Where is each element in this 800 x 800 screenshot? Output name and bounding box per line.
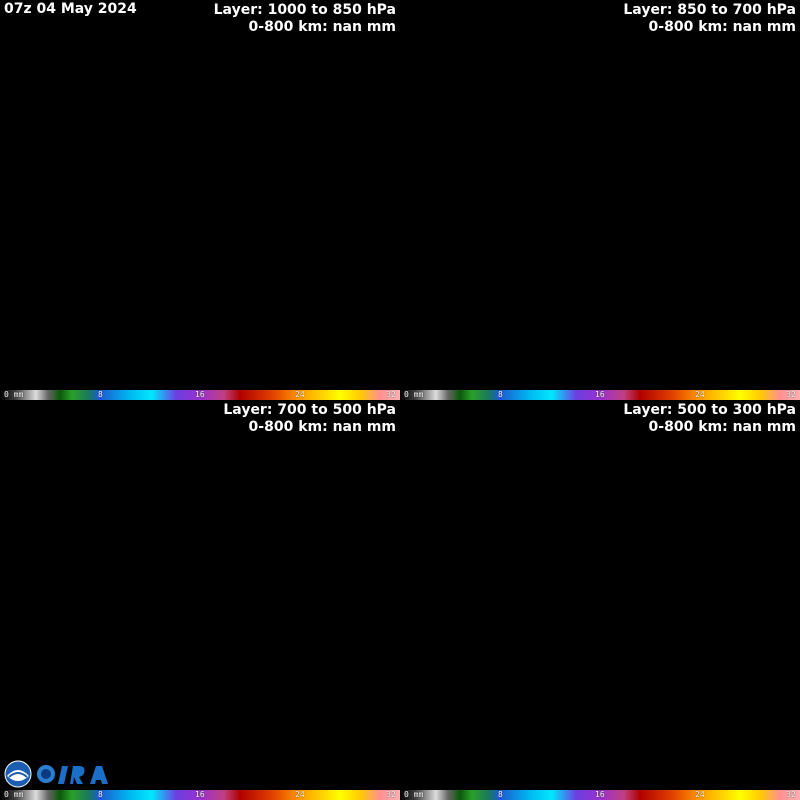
map-panel-layer-500-300: Layer: 500 to 300 hPa 0-800 km: nan mm 0…: [400, 400, 800, 800]
panel-range-value: 0-800 km: nan mm: [248, 419, 396, 435]
colorbar-unit-label: 0 mm: [404, 390, 424, 399]
panel-layer-title: Layer: 500 to 300 hPa: [623, 402, 796, 418]
colorbar-tick-label: 24: [695, 390, 705, 399]
colorbar-tick-label: 8: [498, 790, 503, 799]
panel-range-value: 0-800 km: nan mm: [648, 419, 796, 435]
colorbar-tick-label: 32: [386, 390, 396, 399]
east-africa-map: [0, 400, 334, 790]
colorbar-tick-label: 32: [386, 790, 396, 799]
colorbar-tick-label: 16: [595, 790, 605, 799]
colorbar-tick-label: 16: [595, 390, 605, 399]
colorbar-tick-label: 32: [786, 390, 796, 399]
colorbar: 0 mm 8 16 24 32: [400, 790, 800, 800]
panel-layer-title: Layer: 850 to 700 hPa: [623, 2, 796, 18]
colorbar-tick-label: 8: [98, 790, 103, 799]
east-africa-map: [0, 0, 334, 390]
colorbar-tick-label: 24: [295, 390, 305, 399]
map-panel-layer-850-700: Layer: 850 to 700 hPa 0-800 km: nan mm 0…: [400, 0, 800, 400]
colorbar-tick-label: 24: [695, 790, 705, 799]
agency-logos: [4, 760, 108, 788]
colorbar: 0 mm 8 16 24 32: [0, 390, 400, 400]
east-africa-map: [400, 0, 734, 390]
map-panel-layer-1000-850: Layer: 1000 to 850 hPa 0-800 km: nan mm …: [0, 0, 400, 400]
map-panel-layer-700-500: Layer: 700 to 500 hPa 0-800 km: nan mm 0…: [0, 400, 400, 800]
colorbar-tick-label: 8: [98, 390, 103, 399]
colorbar-tick-label: 16: [195, 390, 205, 399]
timestamp-label: 07z 04 May 2024: [4, 1, 137, 17]
colorbar-unit-label: 0 mm: [4, 390, 24, 399]
colorbar-unit-label: 0 mm: [4, 790, 24, 799]
panel-range-value: 0-800 km: nan mm: [648, 19, 796, 35]
panel-range-value: 0-800 km: nan mm: [248, 19, 396, 35]
panel-layer-title: Layer: 1000 to 850 hPa: [213, 2, 396, 18]
colorbar-tick-label: 24: [295, 790, 305, 799]
colorbar-tick-label: 32: [786, 790, 796, 799]
noaa-logo-icon: [4, 760, 32, 788]
colorbar: 0 mm 8 16 24 32: [0, 790, 400, 800]
colorbar: 0 mm 8 16 24 32: [400, 390, 800, 400]
panel-layer-title: Layer: 700 to 500 hPa: [223, 402, 396, 418]
east-africa-map: [400, 400, 734, 790]
cira-logo-icon: [37, 765, 108, 784]
colorbar-tick-label: 16: [195, 790, 205, 799]
colorbar-tick-label: 8: [498, 390, 503, 399]
colorbar-unit-label: 0 mm: [404, 790, 424, 799]
